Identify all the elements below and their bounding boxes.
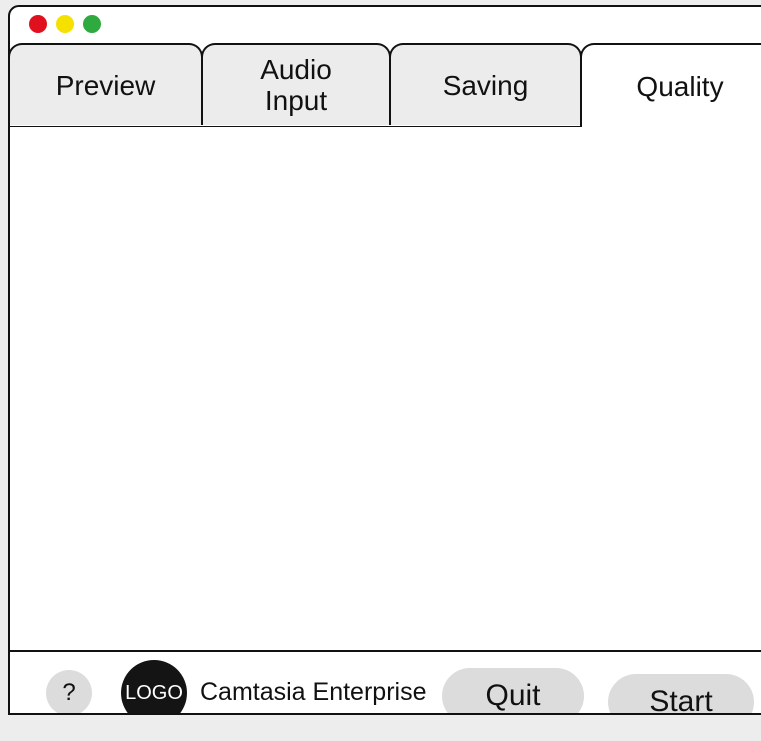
maximize-window-button[interactable] [83,15,101,33]
app-window: Preview Audio Input Saving Quality ? LOG… [8,5,761,715]
help-icon: ? [62,679,76,706]
tab-content-panel [10,127,761,648]
window-controls [29,15,101,33]
close-window-button[interactable] [29,15,47,33]
tab-quality-label: Quality [636,70,724,102]
footer-bar: ? LOGO Camtasia Enterprise Quit Start [10,650,761,713]
quit-button-label: Quit [485,679,541,712]
tab-saving-label: Saving [442,69,529,101]
product-name: Camtasia Enterprise [200,678,427,706]
help-button[interactable]: ? [46,670,92,713]
tab-audio-input[interactable]: Audio Input [201,43,391,125]
tab-quality[interactable]: Quality [580,43,761,127]
tab-preview-label: Preview [55,69,156,101]
tab-audio-input-label: Audio Input [260,54,332,116]
logo: LOGO [121,660,187,713]
logo-text: LOGO [125,681,183,704]
start-button[interactable]: Start [608,674,754,715]
tab-saving[interactable]: Saving [389,43,582,125]
minimize-window-button[interactable] [56,15,74,33]
tab-preview[interactable]: Preview [10,43,203,125]
quit-button[interactable]: Quit [442,668,584,713]
start-button-label: Start [649,685,713,715]
tab-bar: Preview Audio Input Saving Quality [10,43,761,127]
